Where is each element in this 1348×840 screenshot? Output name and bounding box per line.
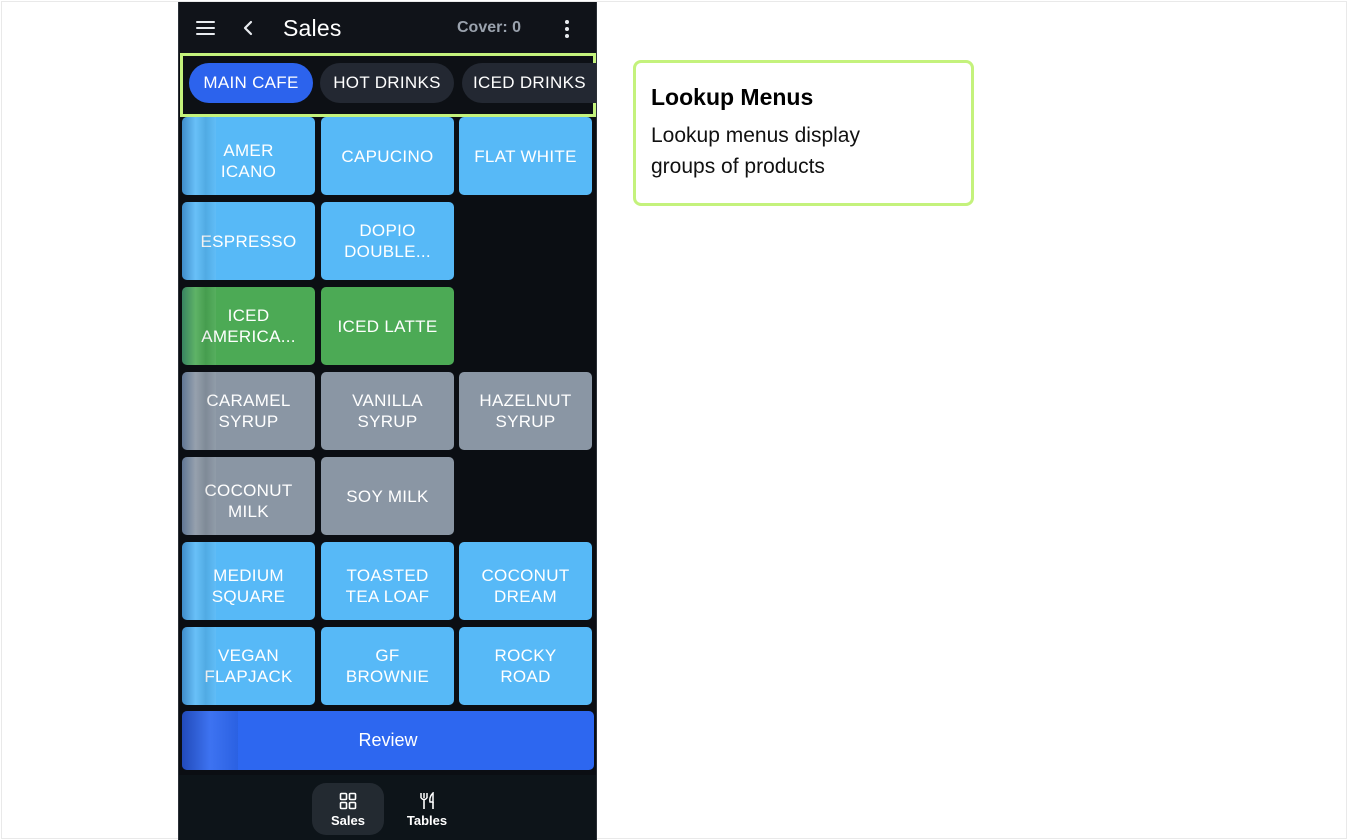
- product-tile-coconut-dream[interactable]: COCONUT DREAM: [459, 542, 592, 620]
- product-tile-caramel-syrup[interactable]: CARAMEL SYRUP: [182, 372, 315, 450]
- product-label: ICED AMERICA...: [201, 306, 296, 346]
- grid-icon: [339, 792, 357, 810]
- product-tile-medium-square[interactable]: MEDIUM SQUARE: [182, 542, 315, 620]
- product-tile-toasted-tea-loaf[interactable]: TOASTED TEA LOAF: [321, 542, 454, 620]
- product-label: VANILLA SYRUP: [352, 391, 423, 431]
- tab-iced-drinks[interactable]: ICED DRINKS: [462, 63, 596, 103]
- product-label: VEGAN FLAPJACK: [204, 646, 293, 686]
- bottom-nav: Sales Tables: [179, 775, 596, 840]
- nav-item-sales[interactable]: Sales: [312, 783, 384, 835]
- product-tile-vegan-flapjack[interactable]: VEGAN FLAPJACK: [182, 627, 315, 705]
- callout-body: Lookup menus display groups of products: [651, 124, 860, 178]
- product-tile-coconut-milk[interactable]: COCONUT MILK: [182, 457, 315, 535]
- tab-hot-drinks[interactable]: HOT DRINKS: [320, 63, 454, 103]
- review-button[interactable]: Review: [182, 711, 594, 770]
- app-bar: Sales Cover: 0: [179, 2, 596, 54]
- product-tile-flat-white[interactable]: FLAT WHITE: [459, 117, 592, 195]
- nav-item-tables[interactable]: Tables: [391, 783, 463, 835]
- product-label: DOPIO DOUBLE...: [344, 221, 431, 261]
- cover-count[interactable]: Cover: 0: [457, 19, 521, 37]
- product-tile-iced-americano[interactable]: ICED AMERICA...: [182, 287, 315, 365]
- product-tile-soy-milk[interactable]: SOY MILK: [321, 457, 454, 535]
- product-label: ESPRESSO: [200, 231, 297, 251]
- phone-screen: Sales Cover: 0 MAIN CAFE HOT DRINKS ICED…: [178, 2, 597, 840]
- tab-main-cafe[interactable]: MAIN CAFE: [189, 63, 313, 103]
- product-tile-espresso[interactable]: ESPRESSO: [182, 202, 315, 280]
- product-label: ROCKY ROAD: [494, 646, 557, 686]
- nav-label-sales: Sales: [331, 813, 365, 828]
- product-label: MEDIUM SQUARE: [211, 566, 286, 605]
- back-icon[interactable]: [239, 18, 259, 38]
- product-tile-americano[interactable]: AMER ICANO: [182, 117, 315, 195]
- product-tile-iced-latte[interactable]: ICED LATTE: [321, 287, 454, 365]
- product-label: FLAT WHITE: [474, 146, 577, 166]
- product-label: TOASTED TEA LOAF: [345, 566, 430, 605]
- more-vertical-icon[interactable]: [561, 19, 573, 39]
- lookup-menu-tabs: MAIN CAFE HOT DRINKS ICED DRINKS: [180, 53, 596, 117]
- nav-label-tables: Tables: [406, 813, 448, 828]
- product-label: GF BROWNIE: [345, 646, 430, 686]
- page-title: Sales: [283, 15, 342, 41]
- product-label: CARAMEL SYRUP: [206, 391, 291, 431]
- lookup-menus-callout: Lookup Menus Lookup menus display groups…: [633, 60, 974, 206]
- product-label: CAPUCINO: [341, 146, 434, 166]
- product-tile-hazelnut-syrup[interactable]: HAZELNUT SYRUP: [459, 372, 592, 450]
- fork-knife-icon: [420, 792, 434, 809]
- product-tile-capucino[interactable]: CAPUCINO: [321, 117, 454, 195]
- product-tile-vanilla-syrup[interactable]: VANILLA SYRUP: [321, 372, 454, 450]
- product-label: ICED LATTE: [337, 316, 438, 336]
- callout-title: Lookup Menus: [651, 84, 814, 110]
- product-label: AMER ICANO: [220, 141, 277, 180]
- product-tile-gf-brownie[interactable]: GF BROWNIE: [321, 627, 454, 705]
- product-label: COCONUT MILK: [204, 481, 293, 520]
- menu-icon[interactable]: [196, 20, 216, 36]
- product-label: COCONUT DREAM: [481, 566, 570, 605]
- product-label: HAZELNUT SYRUP: [479, 391, 572, 431]
- product-tile-rocky-road[interactable]: ROCKY ROAD: [459, 627, 592, 705]
- product-label: SOY MILK: [346, 486, 429, 506]
- product-tile-dopio-double[interactable]: DOPIO DOUBLE...: [321, 202, 454, 280]
